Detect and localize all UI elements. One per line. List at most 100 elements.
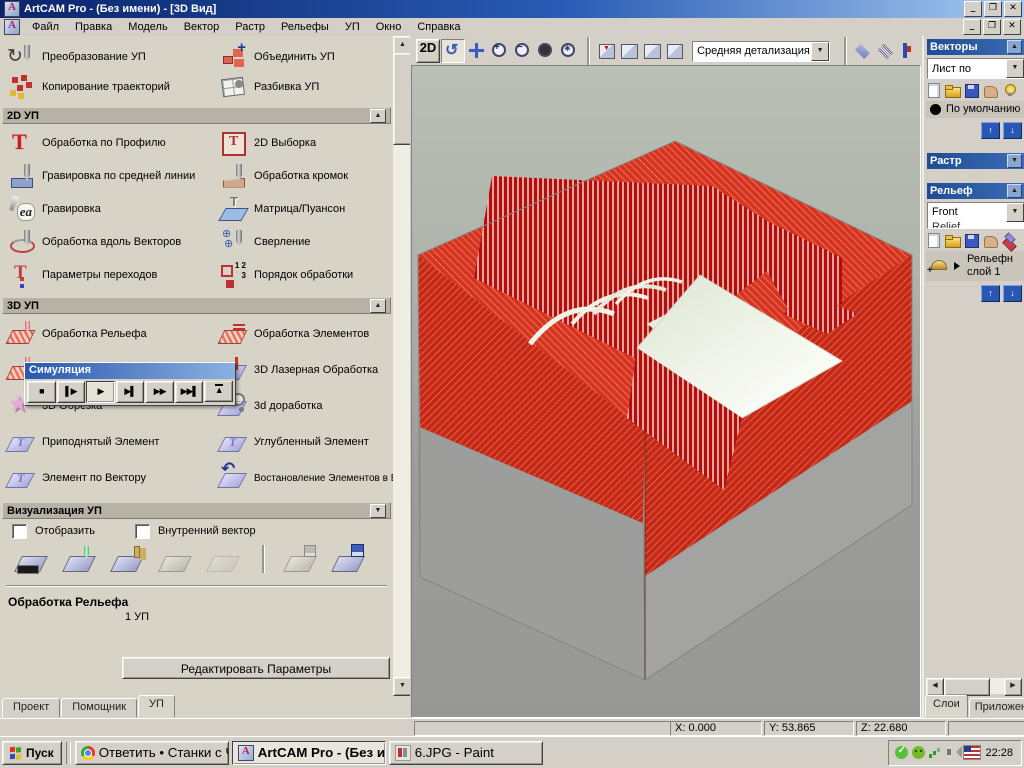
simulation-control-icon[interactable] [112, 544, 146, 574]
collapse-up-icon[interactable]: ▲ [1007, 184, 1022, 198]
open-layer-icon[interactable] [944, 82, 961, 98]
layer-color-swatch[interactable] [930, 104, 941, 115]
save-relief-icon[interactable] [963, 232, 980, 248]
start-button[interactable]: Пуск [2, 740, 62, 765]
delete-simulation-icon[interactable] [208, 544, 242, 574]
tab-project[interactable]: Проект [2, 698, 61, 717]
vector-layer-dropdown[interactable]: Лист по ▼ [927, 58, 1024, 79]
toolbox-item-3d-rest-machining[interactable]: 3d доработка [212, 388, 393, 424]
relief-section-header[interactable]: Рельеф ▲ [927, 183, 1024, 199]
antivirus-tray-icon[interactable] [895, 745, 909, 759]
relief-layer-dropdown[interactable]: Front ▼ Relief [927, 202, 1024, 229]
reset-simulation-icon[interactable] [160, 544, 194, 574]
edit-parameters-button[interactable]: Редактировать Параметры [122, 657, 390, 679]
move-layer-icon[interactable] [982, 82, 999, 98]
transform-relief-icon[interactable] [982, 232, 999, 248]
chevron-down-icon[interactable]: ▼ [1006, 203, 1024, 222]
new-layer-icon[interactable] [925, 82, 942, 98]
move-layer-down-icon[interactable]: ↓ [1003, 122, 1022, 139]
toolbox-item-transform-toolpath[interactable]: Преобразование УП [0, 42, 212, 72]
shaded-view-icon[interactable] [853, 40, 875, 62]
simulate-all-icon[interactable] [64, 544, 98, 574]
collapse-up-icon[interactable]: ▲ [370, 108, 386, 123]
zoom-out-icon[interactable] [512, 40, 534, 62]
toolbox-item-machine-along-vectors[interactable]: Обработка вдоль Векторов [0, 225, 212, 258]
toolbox-item-male-female[interactable]: Матрица/Пуансон [212, 192, 393, 225]
restore-icon[interactable]: ❐ [984, 1, 1002, 17]
menu-toolpaths[interactable]: УП [337, 19, 368, 35]
chevron-down-icon[interactable]: ▼ [1006, 59, 1024, 78]
collapse-down-icon[interactable]: ▼ [370, 503, 386, 518]
toggle-visibility-icon[interactable] [1001, 82, 1018, 98]
toggle-2d-button[interactable]: 2D [416, 39, 440, 63]
save-simulation-disabled-icon[interactable] [285, 544, 319, 574]
toolbox-item-machine-relief[interactable]: Обработка Рельефа [0, 316, 212, 352]
tab-applications[interactable]: Приложен. [968, 698, 1024, 717]
messenger-tray-icon[interactable] [912, 746, 926, 759]
language-flag-icon[interactable] [963, 745, 982, 760]
chevron-down-icon[interactable]: ▼ [811, 41, 830, 61]
wireframe-view-icon[interactable] [876, 40, 898, 62]
menu-reliefs[interactable]: Рельефы [273, 19, 337, 35]
toolbox-item-feature-machining[interactable]: Обработка Элементов [212, 316, 393, 352]
menu-edit[interactable]: Правка [67, 19, 120, 35]
scroll-right-icon[interactable]: ▶ [1004, 678, 1022, 696]
collapse-up-icon[interactable]: ▲ [1007, 40, 1022, 54]
move-relief-up-icon[interactable]: ↑ [981, 285, 1000, 302]
tab-assistant[interactable]: Помощник [61, 698, 138, 717]
taskbar-item-paint[interactable]: 6.JPG - Paint [388, 740, 543, 765]
material-edge-icon[interactable] [899, 40, 921, 62]
minimize-icon[interactable]: _ [964, 1, 982, 17]
toolbox-item-restore-features[interactable]: Востановление Элементов в Вектора [212, 459, 410, 496]
toolbox-item-recessed-feature[interactable]: Углубленный Элемент [212, 424, 393, 460]
sim-next-icon[interactable]: ▶▌ [115, 381, 145, 403]
toolbox-item-copy-toolpaths[interactable]: Копирование траекторий [0, 72, 212, 102]
toolbox-item-3d-laser-machining[interactable]: 3D Лазерная Обработка [212, 352, 393, 388]
taskbar-item-browser[interactable]: Ответить • Станки с Ч... [74, 740, 229, 765]
toolbox-item-centerline-engrave[interactable]: Гравировка по средней линии [0, 159, 212, 192]
menu-raster[interactable]: Растр [227, 19, 273, 35]
scrollbar-thumb[interactable] [944, 678, 990, 696]
sim-step-icon[interactable]: ▌▶ [56, 381, 86, 403]
scroll-left-icon[interactable]: ◀ [926, 678, 944, 696]
pan-view-icon[interactable] [466, 40, 488, 62]
sim-finish-icon[interactable]: ▲ [204, 381, 234, 402]
toolbox-item-2d-area-clearance[interactable]: 2D Выборка [212, 126, 393, 159]
toolbox-item-engraving[interactable]: Гравировка [0, 192, 212, 225]
child-minimize-icon[interactable]: _ [963, 19, 981, 35]
move-relief-down-icon[interactable]: ↓ [1003, 285, 1022, 302]
toolbox-item-split-toolpath[interactable]: Разбивка УП [212, 72, 393, 102]
toolbox-item-feature-by-vector[interactable]: Элемент по Вектору [0, 460, 212, 496]
child-restore-icon[interactable]: ❐ [983, 19, 1001, 35]
simulate-toolpath-icon[interactable] [16, 544, 50, 574]
view-along-x-icon[interactable] [621, 43, 638, 59]
zoom-fit-icon[interactable] [558, 40, 580, 62]
open-relief-icon[interactable] [944, 232, 961, 248]
menu-window[interactable]: Окно [368, 19, 410, 35]
raster-section-header[interactable]: Растр ▼ [927, 153, 1024, 169]
relief-layers-icon[interactable] [1001, 232, 1018, 248]
relief-layer-item[interactable]: Рельефн слой 1 [926, 251, 1024, 281]
expand-arrow-icon[interactable] [954, 262, 964, 270]
right-panel-hscrollbar[interactable]: ◀ ▶ [926, 678, 1022, 696]
view-along-y-icon[interactable] [644, 43, 661, 59]
toolbox-item-merge-toolpaths[interactable]: Объединить УП [212, 39, 393, 72]
collapse-down-icon[interactable]: ▼ [1007, 154, 1022, 168]
close-icon[interactable]: ✕ [1004, 1, 1022, 17]
left-panel-scrollbar[interactable]: ▲ ▼ [393, 36, 410, 696]
collapse-up-icon[interactable]: ▲ [370, 298, 386, 313]
move-layer-up-icon[interactable]: ↑ [981, 122, 1000, 139]
isometric-view-icon[interactable] [598, 43, 616, 59]
sim-play-icon[interactable]: ▶ [86, 381, 115, 403]
vectors-section-header[interactable]: Векторы ▲ [927, 39, 1024, 55]
toolbox-item-machining-order[interactable]: Порядок обработки [212, 258, 393, 291]
toolbox-item-drilling[interactable]: Сверление [212, 225, 393, 258]
zoom-in-icon[interactable] [489, 40, 511, 62]
child-close-icon[interactable]: ✕ [1003, 19, 1021, 35]
show-checkbox[interactable] [12, 523, 27, 539]
menu-vector[interactable]: Вектор [176, 19, 228, 35]
sim-fast-icon[interactable]: ▶▶ [145, 381, 174, 403]
tab-toolpaths[interactable]: УП [138, 695, 175, 717]
inner-vector-checkbox[interactable] [134, 523, 150, 539]
toolbox-item-edge-machining[interactable]: Обработка кромок [212, 159, 393, 192]
